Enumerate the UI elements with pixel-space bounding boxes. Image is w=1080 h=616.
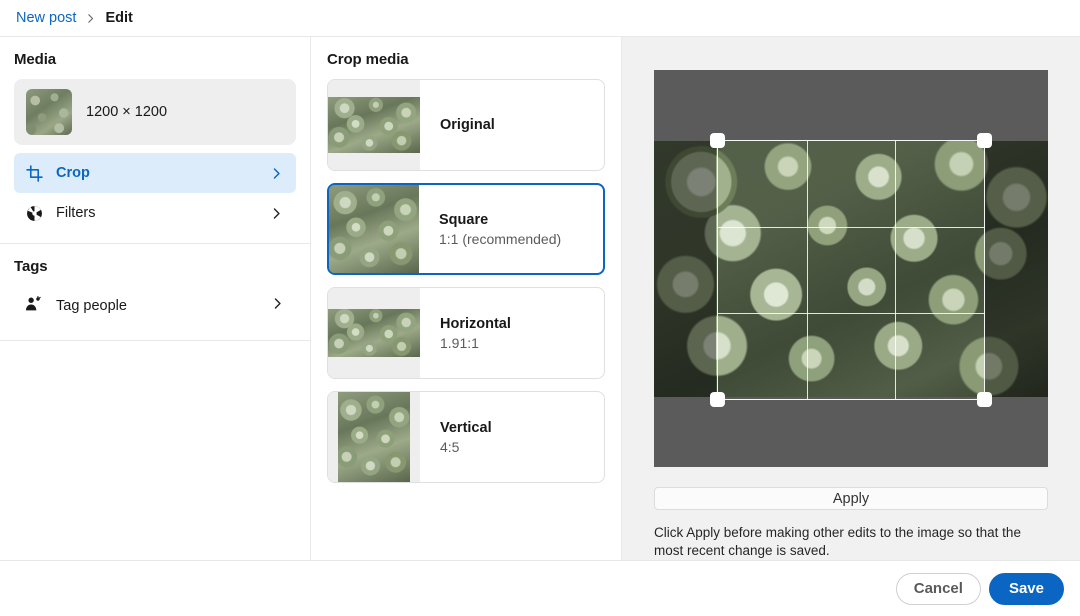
tags-section-title: Tags (14, 258, 48, 275)
media-card[interactable]: 1200 × 1200 (14, 79, 296, 145)
sidebar-item-tag-people[interactable]: Tag people (14, 286, 296, 326)
preview-panel: Apply Click Apply before making other ed… (622, 37, 1080, 560)
breadcrumb: New post Edit (0, 0, 1080, 37)
crop-option-thumbnail (328, 80, 420, 170)
save-button[interactable]: Save (988, 572, 1064, 605)
crop-option-ratio: 1:1 (recommended) (439, 230, 562, 247)
aperture-icon (24, 203, 44, 223)
chevron-right-icon (271, 297, 284, 315)
crop-option-ratio: 1.91:1 (440, 334, 479, 351)
sidebar-item-tag-people-label: Tag people (56, 298, 127, 314)
crop-option-meta: Vertical 4:5 (420, 392, 604, 482)
crop-option-original[interactable]: Original (327, 79, 605, 171)
thumbnail-image (338, 392, 410, 482)
sidebar-item-filters[interactable]: Filters (14, 193, 296, 233)
crop-handle-bottom-right[interactable] (977, 392, 992, 407)
dialog-footer: Cancel Save (0, 560, 1080, 616)
crop-option-name: Original (440, 117, 495, 133)
sidebar: Media 1200 × 1200 Crop Filters Tags Tag … (0, 37, 311, 560)
crop-option-thumbnail (329, 185, 419, 273)
grid-line-vertical (895, 141, 897, 399)
breadcrumb-new-post-link[interactable]: New post (16, 10, 76, 26)
thumbnail-image (328, 97, 420, 153)
chevron-right-icon (85, 13, 96, 24)
breadcrumb-current-page: Edit (105, 10, 133, 26)
apply-button[interactable]: Apply (654, 487, 1048, 511)
sidebar-item-crop-label: Crop (56, 165, 90, 181)
crop-option-thumbnail (328, 288, 420, 378)
media-dimensions-label: 1200 × 1200 (86, 104, 168, 120)
thumbnail-image (328, 309, 420, 357)
crop-option-square[interactable]: Square 1:1 (recommended) (327, 183, 605, 275)
chevron-right-icon (268, 165, 284, 181)
person-add-icon (24, 295, 42, 318)
crop-option-ratio: 4:5 (440, 438, 460, 455)
media-section-title: Media (14, 51, 57, 68)
crop-handle-bottom-left[interactable] (710, 392, 725, 407)
sidebar-item-crop[interactable]: Crop (14, 153, 296, 193)
crop-handle-top-right[interactable] (977, 133, 992, 148)
grid-line-vertical (806, 141, 808, 399)
thumbnail-image (329, 185, 419, 273)
grid-line-horizontal (718, 226, 984, 228)
crop-media-panel: Crop media Original Square 1:1 (recommen… (311, 37, 622, 560)
media-section: Media 1200 × 1200 Crop Filters (0, 37, 310, 243)
crop-shade-left (654, 141, 716, 397)
chevron-right-icon (268, 205, 284, 221)
crop-handle-top-left[interactable] (710, 133, 725, 148)
crop-option-meta: Horizontal 1.91:1 (420, 288, 604, 378)
crop-canvas[interactable] (654, 70, 1048, 467)
crop-shade-right (984, 141, 1048, 397)
crop-option-name: Square (439, 211, 489, 228)
editor-body: Media 1200 × 1200 Crop Filters Tags Tag … (0, 37, 1080, 560)
post-editor-dialog: New post Edit Media 1200 × 1200 Crop Fil… (0, 0, 1080, 616)
crop-media-title: Crop media (327, 51, 409, 68)
crop-option-name: Vertical (440, 419, 492, 436)
crop-option-vertical[interactable]: Vertical 4:5 (327, 391, 605, 483)
apply-hint-text: Click Apply before making other edits to… (654, 525, 1021, 559)
crop-option-horizontal[interactable]: Horizontal 1.91:1 (327, 287, 605, 379)
sidebar-item-filters-label: Filters (56, 205, 96, 221)
media-thumbnail (26, 89, 72, 135)
crop-option-meta: Original (420, 80, 604, 170)
crop-icon (24, 163, 44, 183)
crop-option-thumbnail (328, 392, 420, 482)
cancel-button[interactable]: Cancel (895, 572, 981, 605)
crop-selection-box[interactable] (710, 133, 992, 407)
tags-section: Tags Tag people (0, 243, 310, 341)
crop-option-name: Horizontal (440, 315, 511, 332)
grid-line-horizontal (718, 312, 984, 314)
crop-option-meta: Square 1:1 (recommended) (419, 185, 603, 273)
